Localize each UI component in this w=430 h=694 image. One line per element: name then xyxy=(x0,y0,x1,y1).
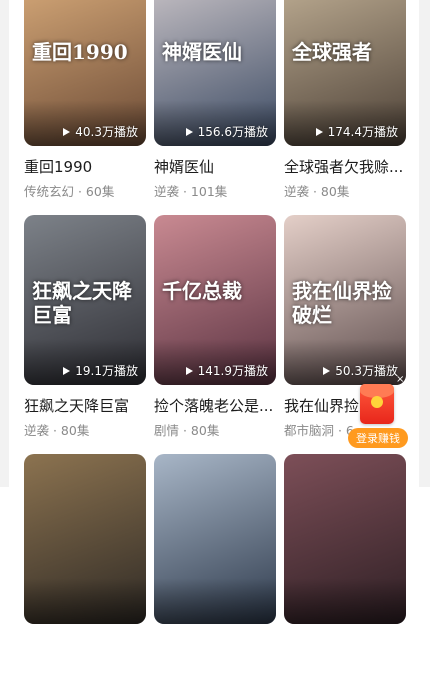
play-count: 156.6万播放 xyxy=(185,123,268,140)
drama-card[interactable]: 重回1990 40.3万播放 重回1990 传统玄幻 · 60集 xyxy=(24,0,146,216)
play-count: 40.3万播放 xyxy=(63,123,138,140)
login-earn-button[interactable]: 登录赚钱 xyxy=(348,428,408,448)
drama-poster[interactable]: 狂飙之天降巨富 19.1万播放 xyxy=(24,215,146,385)
drama-poster[interactable] xyxy=(154,454,276,624)
play-icon xyxy=(63,366,71,375)
drama-meta: 剧情 · 80集 xyxy=(154,423,220,438)
poster-gradient xyxy=(154,578,276,624)
play-count-text: 50.3万播放 xyxy=(335,364,398,378)
play-count: 141.9万播放 xyxy=(185,362,268,379)
login-earn-widget[interactable]: × 登录赚钱 xyxy=(348,374,408,448)
drama-poster[interactable]: 全球强者 174.4万播放 xyxy=(284,0,406,146)
poster-gradient xyxy=(24,578,146,624)
play-count-text: 40.3万播放 xyxy=(75,125,138,139)
play-icon xyxy=(63,127,71,136)
play-icon xyxy=(315,127,323,136)
play-count: 50.3万播放 xyxy=(323,362,398,379)
drama-card[interactable]: 神婿医仙 156.6万播放 神婿医仙 逆袭 · 101集 xyxy=(154,0,276,216)
poster-title-art: 狂飙之天降巨富 xyxy=(32,279,132,327)
drama-card[interactable]: 全球强者 174.4万播放全球强者欠我赊... 逆袭 · 80集 xyxy=(284,0,406,216)
drama-poster[interactable]: 千亿总裁 141.9万播放 xyxy=(154,215,276,385)
drama-poster[interactable]: 重回1990 40.3万播放 xyxy=(24,0,146,146)
play-icon xyxy=(323,366,331,375)
drama-title[interactable]: 狂飙之天降巨富 xyxy=(24,395,146,416)
drama-meta: 传统玄幻 · 60集 xyxy=(24,184,115,199)
drama-title[interactable]: 神婿医仙 xyxy=(154,156,276,177)
poster-title-art: 全球强者 xyxy=(292,40,372,64)
drama-meta: 逆袭 · 101集 xyxy=(154,184,228,199)
play-count-text: 141.9万播放 xyxy=(197,364,268,378)
drama-meta: 逆袭 · 80集 xyxy=(24,423,90,438)
drama-card[interactable]: 千亿总裁 141.9万播放捡个落魄老公是... 剧情 · 80集 xyxy=(154,215,276,455)
poster-title-art: 神婿医仙 xyxy=(162,40,242,64)
drama-title[interactable]: 全球强者欠我赊... xyxy=(284,156,406,177)
play-count-text: 174.4万播放 xyxy=(327,125,398,139)
drama-title[interactable]: 重回1990 xyxy=(24,156,146,177)
drama-card[interactable]: 狂飙之天降巨富 19.1万播放 狂飙之天降巨富 逆袭 · 80集 xyxy=(24,215,146,455)
right-margin xyxy=(419,0,430,487)
poster-title-art: 我在仙界捡破烂 xyxy=(292,279,392,327)
drama-poster[interactable] xyxy=(284,454,406,624)
red-packet-icon[interactable] xyxy=(360,384,394,424)
play-icon xyxy=(185,127,193,136)
drama-title[interactable]: 捡个落魄老公是... xyxy=(154,395,276,416)
drama-meta: 逆袭 · 80集 xyxy=(284,184,350,199)
drama-poster[interactable] xyxy=(24,454,146,624)
close-icon[interactable]: × xyxy=(396,374,404,385)
drama-poster[interactable]: 神婿医仙 156.6万播放 xyxy=(154,0,276,146)
play-icon xyxy=(185,366,193,375)
poster-title-art: 重回1990 xyxy=(32,40,128,64)
play-count-text: 19.1万播放 xyxy=(75,364,138,378)
drama-card[interactable] xyxy=(24,454,146,694)
drama-card[interactable] xyxy=(284,454,406,694)
drama-card[interactable] xyxy=(154,454,276,694)
poster-gradient xyxy=(284,578,406,624)
play-count-text: 156.6万播放 xyxy=(197,125,268,139)
left-margin xyxy=(0,0,9,487)
play-count: 19.1万播放 xyxy=(63,362,138,379)
play-count: 174.4万播放 xyxy=(315,123,398,140)
poster-title-art: 千亿总裁 xyxy=(162,279,242,303)
drama-poster[interactable]: 我在仙界捡破烂 50.3万播放 xyxy=(284,215,406,385)
